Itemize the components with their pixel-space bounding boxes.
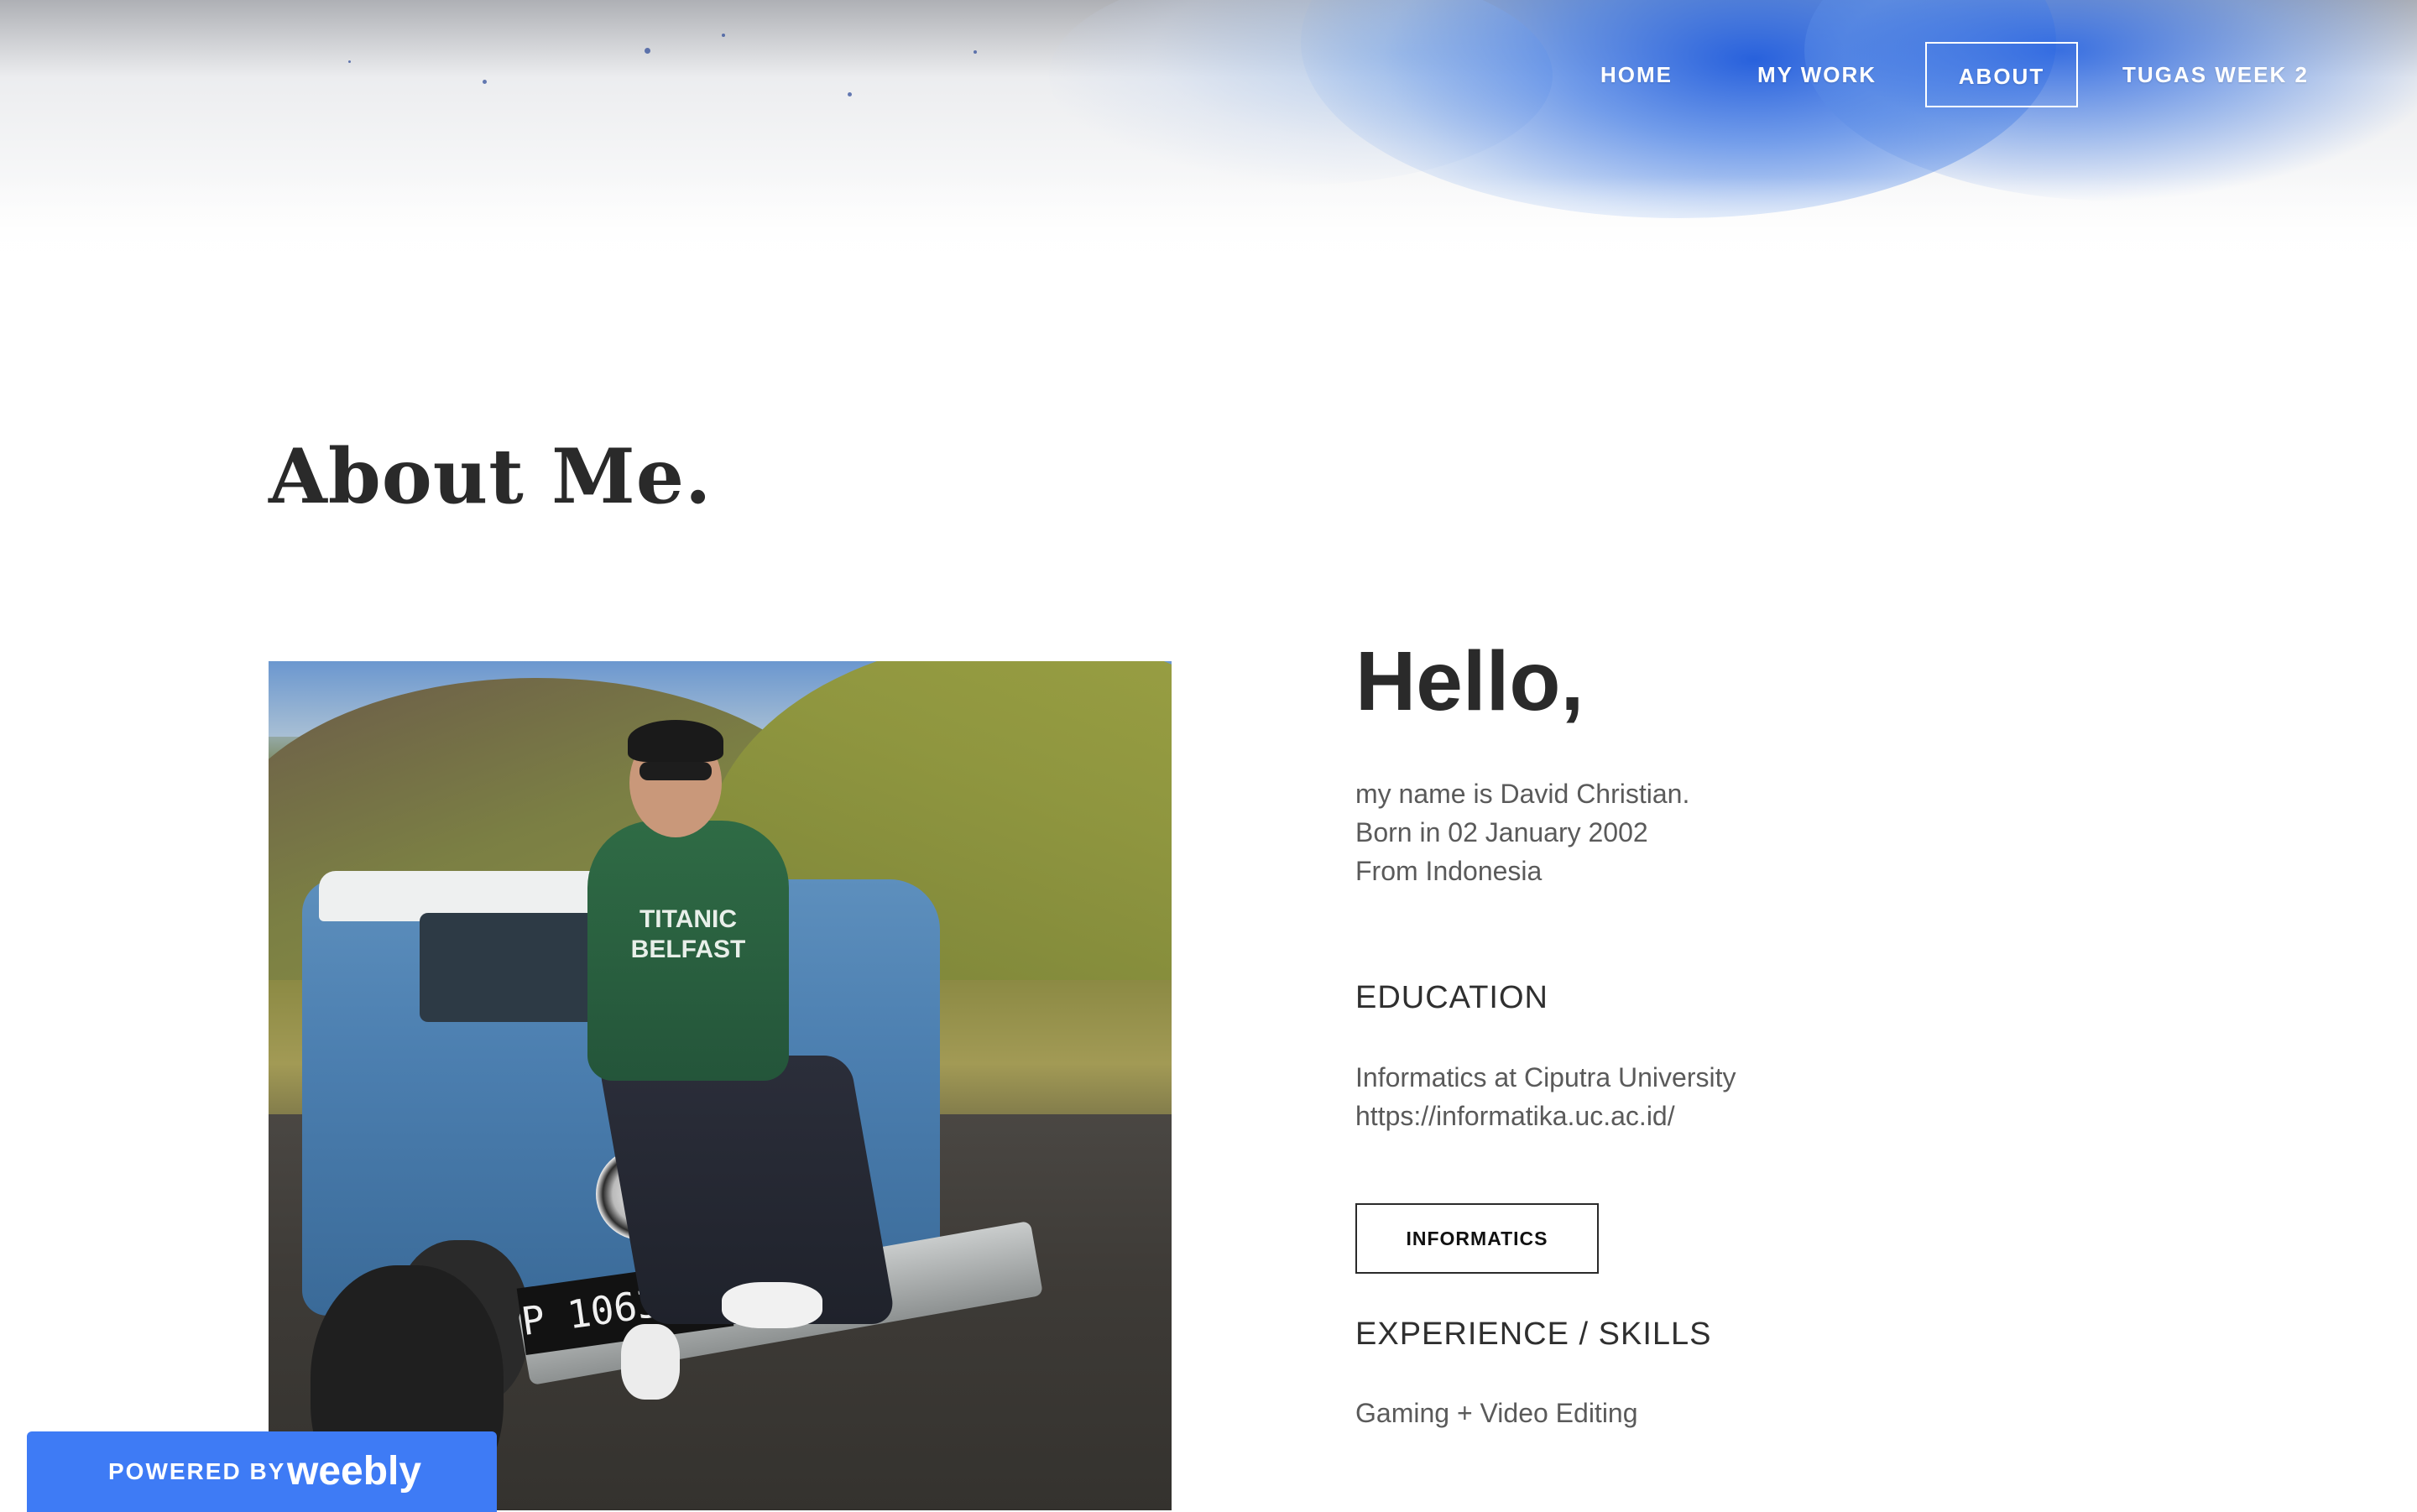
- banner-speck: [722, 34, 725, 37]
- informatics-button[interactable]: INFORMATICS: [1355, 1203, 1599, 1274]
- education-heading: EDUCATION: [1355, 980, 1548, 1015]
- banner-fade: [0, 176, 2417, 277]
- photo-person-hair: [628, 720, 723, 762]
- nav-item-tugas-week-2[interactable]: TUGAS WEEK 2: [2119, 42, 2312, 107]
- nav-item-about[interactable]: ABOUT: [1925, 42, 2078, 107]
- education-line-url: https://informatika.uc.ac.id/: [1355, 1101, 1675, 1131]
- education-text: Informatics at Ciputra University https:…: [1355, 1058, 1736, 1135]
- profile-photo: P 1063 GA TITANIC BELFAST: [269, 661, 1172, 1510]
- greeting-heading: Hello,: [1355, 634, 1584, 728]
- experience-heading: EXPERIENCE / SKILLS: [1355, 1316, 1712, 1352]
- photo-shoe: [621, 1324, 680, 1400]
- photo-sunglasses: [639, 762, 712, 780]
- weebly-logo: weebly: [287, 1449, 422, 1494]
- photo-hoodie-print: TITANIC BELFAST: [630, 905, 746, 963]
- education-line-school: Informatics at Ciputra University: [1355, 1062, 1736, 1092]
- experience-text: Gaming + Video Editing: [1355, 1398, 1638, 1428]
- page-title: About Me.: [269, 432, 713, 521]
- nav-item-my-work[interactable]: MY WORK: [1741, 42, 1892, 107]
- photo-shoe: [722, 1282, 822, 1328]
- intro-line-name: my name is David Christian.: [1355, 779, 1690, 809]
- powered-by-weebly-badge[interactable]: POWERED BY weebly: [27, 1431, 497, 1512]
- intro-text: my name is David Christian. Born in 02 J…: [1355, 774, 1689, 890]
- intro-line-birth: Born in 02 January 2002: [1355, 817, 1648, 847]
- nav-item-home[interactable]: HOME: [1586, 42, 1687, 107]
- main-nav: HOME MY WORK ABOUT TUGAS WEEK 2: [0, 42, 2417, 109]
- intro-line-origin: From Indonesia: [1355, 856, 1543, 886]
- powered-by-label: POWERED BY: [108, 1458, 286, 1484]
